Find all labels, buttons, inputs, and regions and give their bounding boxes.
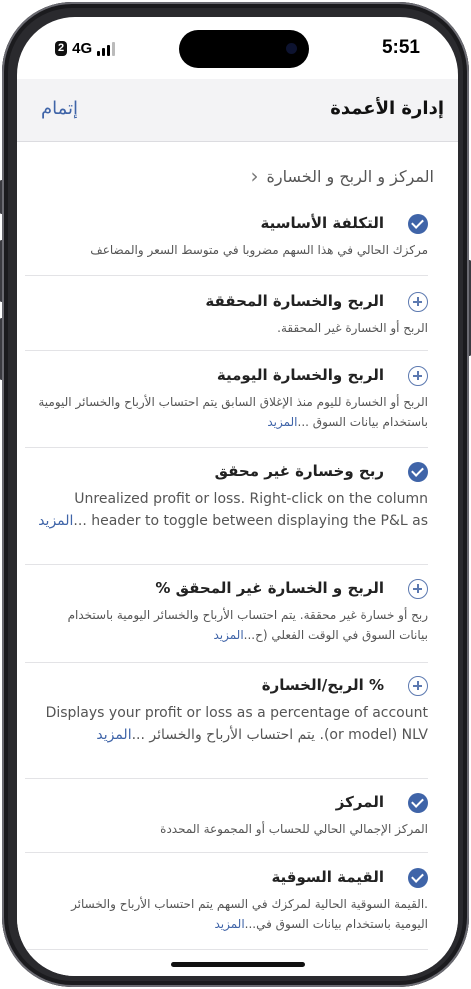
phone-frame: 2 4G 5:51 إدارة الأعمدة إتمام المركز و ا… [2, 2, 469, 987]
option-title: % الربح/الخسارة [261, 676, 384, 694]
more-link[interactable]: المزيد [214, 917, 244, 931]
option-description: Unrealized profit or loss. Right-click o… [38, 491, 428, 529]
chevron-left-icon: ‹ [250, 164, 259, 188]
option-title: ربح وخسارة غير محقق [214, 462, 384, 480]
checkmark-icon[interactable] [408, 868, 428, 888]
more-link[interactable]: المزيد [38, 513, 73, 529]
option-description: مركزك الحالي في هذا السهم مضروبا في متوس… [90, 243, 428, 257]
done-button[interactable]: إتمام [41, 98, 78, 119]
option-title: القيمة السوقية [271, 868, 384, 886]
divider [25, 447, 428, 448]
phone-device: 2 4G 5:51 إدارة الأعمدة إتمام المركز و ا… [0, 0, 471, 989]
add-icon[interactable] [408, 676, 428, 696]
add-icon[interactable] [408, 579, 428, 599]
divider [25, 275, 428, 276]
more-link[interactable]: المزيد [96, 727, 131, 743]
add-icon[interactable] [408, 292, 428, 312]
divider [25, 350, 428, 351]
option-title: التكلفة الأساسية [260, 214, 384, 232]
option-description: الربح أو الخسارة لليوم منذ الإغلاق الساب… [38, 395, 428, 429]
add-icon[interactable] [408, 366, 428, 386]
page-title: إدارة الأعمدة [330, 98, 444, 119]
option-description: .القيمة السوقية الحالية لمركزك في السهم … [71, 897, 428, 931]
checkmark-icon[interactable] [408, 462, 428, 482]
more-link[interactable]: المزيد [213, 628, 243, 642]
option-title: الربح والخسارة اليومية [216, 366, 384, 384]
checkmark-icon[interactable] [408, 793, 428, 813]
option-description: ربح أو خسارة غير محققة. يتم احتساب الأرب… [67, 608, 428, 642]
checkmark-icon[interactable] [408, 214, 428, 234]
divider [25, 564, 428, 565]
clock: 5:51 [381, 37, 420, 58]
option-title: الربح والخسارة المحققة [205, 292, 384, 310]
carrier-indicator: 2 4G [55, 40, 116, 57]
section-label: المركز و الربح و الخسارة [266, 166, 434, 186]
divider [25, 778, 428, 779]
divider [25, 949, 428, 950]
section-header[interactable]: المركز و الربح و الخسارة ‹ [251, 164, 434, 188]
more-link[interactable]: المزيد [267, 415, 297, 429]
sim-badge: 2 [55, 41, 68, 56]
columns-list: المركز و الربح و الخسارة ‹ التكلفة الأسا… [17, 142, 458, 976]
option-description: المركز الإجمالي الحالي للحساب أو المجموع… [160, 822, 428, 836]
option-title: الربح و الخسارة غير المحقق % [155, 579, 384, 597]
signal-bars-icon [97, 41, 116, 56]
option-title: المركز [335, 793, 384, 811]
option-description: الربح أو الخسارة غير المحققة. [277, 321, 428, 335]
divider [25, 662, 428, 663]
navigation-bar: إدارة الأعمدة إتمام [17, 79, 458, 142]
dynamic-island [179, 30, 309, 68]
screen: 2 4G 5:51 إدارة الأعمدة إتمام المركز و ا… [17, 17, 458, 976]
camera-icon [286, 43, 297, 54]
divider [25, 852, 428, 853]
home-indicator[interactable] [171, 962, 305, 967]
network-type: 4G [72, 40, 93, 57]
status-bar: 2 4G 5:51 [17, 17, 458, 79]
option-description: Displays your profit or loss as a percen… [45, 705, 428, 743]
